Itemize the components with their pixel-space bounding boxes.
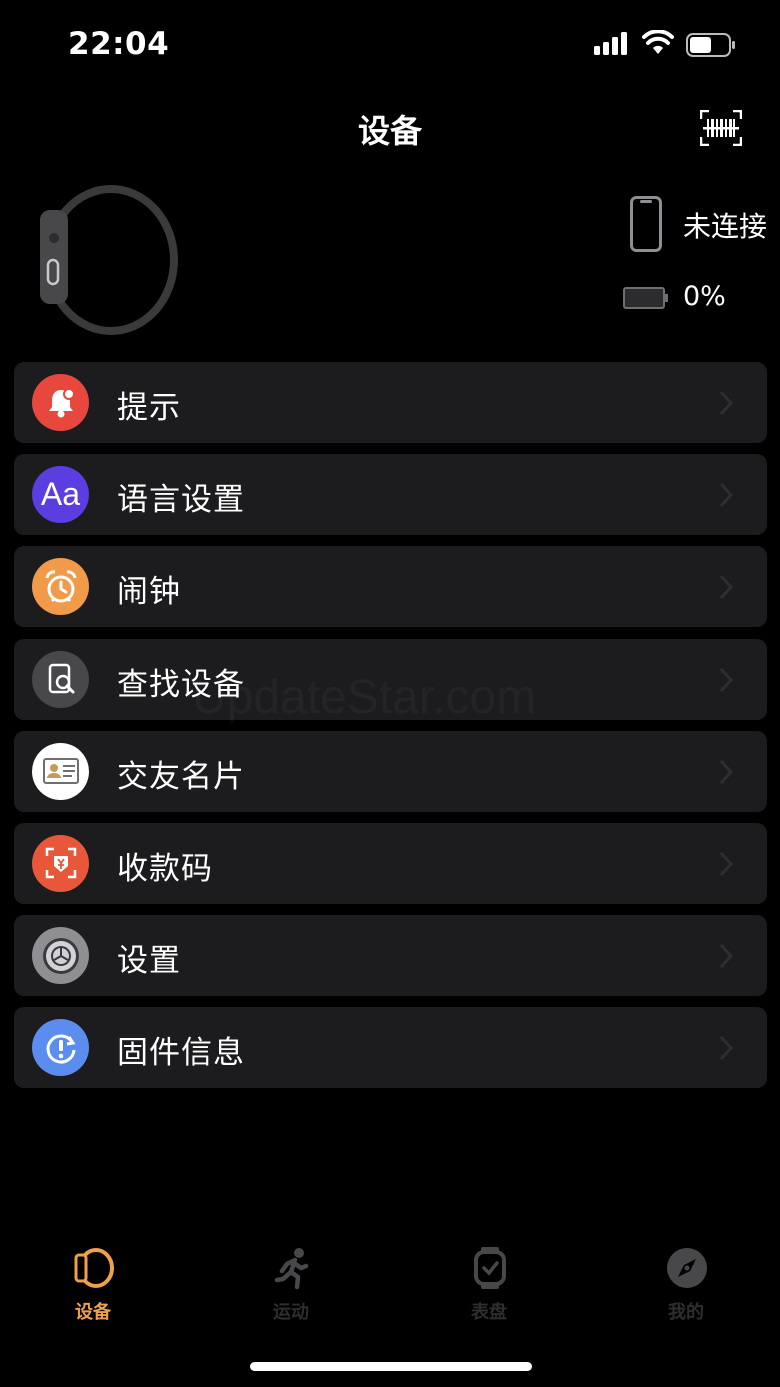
chevron-right-icon — [719, 759, 733, 784]
chevron-right-icon — [719, 483, 733, 508]
menu-item-notifications[interactable]: 提示 — [14, 362, 767, 443]
menu-item-payment-code[interactable]: 收款码 — [14, 822, 767, 904]
chevron-right-icon — [719, 1036, 733, 1061]
menu-item-label: 提示 — [117, 390, 181, 426]
menu-item-label: 语言设置 — [117, 482, 245, 519]
compass-icon — [667, 1248, 707, 1288]
running-icon — [274, 1248, 309, 1290]
watch-face-icon — [474, 1247, 506, 1289]
tab-label: 表盘 — [471, 1302, 507, 1323]
chevron-right-icon — [719, 390, 733, 416]
status-time: 22:04 — [68, 26, 170, 62]
battery-percent: 0% — [683, 281, 726, 312]
bell-icon — [32, 374, 89, 431]
chevron-right-icon — [719, 667, 733, 692]
device-battery-icon — [623, 287, 668, 309]
business-card-icon — [32, 742, 89, 800]
find-device-icon — [32, 650, 89, 708]
tab-sport[interactable]: 运动 — [241, 1230, 341, 1330]
cellular-signal-icon — [594, 32, 627, 55]
chevron-right-icon — [719, 851, 733, 876]
menu-item-label: 闹钟 — [117, 574, 181, 611]
menu-item-label: 收款码 — [117, 850, 213, 887]
watch-image — [40, 185, 178, 335]
gear-icon — [32, 927, 89, 985]
firmware-info-icon — [32, 1019, 89, 1077]
menu-item-alarm[interactable]: 闹钟 — [14, 546, 767, 628]
menu-item-language[interactable]: Aa 语言设置 — [14, 454, 767, 536]
phone-icon — [630, 196, 662, 252]
home-indicator — [250, 1362, 532, 1371]
connection-status: 未连接 — [683, 210, 768, 243]
tab-label: 运动 — [273, 1302, 309, 1323]
tab-watch-face[interactable]: 表盘 — [439, 1230, 539, 1330]
watch-outline-icon — [74, 1248, 114, 1288]
alarm-clock-icon — [32, 558, 89, 616]
chevron-right-icon — [719, 575, 733, 600]
tab-label: 设备 — [75, 1302, 111, 1323]
status-bar: 22:04 — [0, 0, 780, 90]
language-icon: Aa — [32, 466, 89, 524]
page-title: 设备 — [357, 112, 422, 150]
chevron-right-icon — [719, 944, 733, 969]
status-battery-icon — [686, 33, 735, 57]
watermark: UpdateStar.com — [192, 670, 536, 725]
menu-item-business-card[interactable]: 交友名片 — [14, 730, 767, 812]
wifi-icon — [642, 30, 674, 54]
menu-item-firmware-info[interactable]: 固件信息 — [14, 1007, 767, 1089]
menu-list: 提示 Aa 语言设置 闹钟 查找设备 交友名片 收款码 设置 固件信息 — [14, 362, 767, 1100]
payment-code-icon — [32, 834, 89, 892]
tab-label: 我的 — [668, 1302, 704, 1323]
tab-device[interactable]: 设备 — [43, 1230, 143, 1330]
menu-item-label: 交友名片 — [117, 758, 245, 795]
barcode-scan-icon[interactable] — [700, 110, 742, 146]
menu-item-settings[interactable]: 设置 — [14, 915, 767, 997]
menu-item-label: 固件信息 — [117, 1035, 245, 1072]
tab-mine[interactable]: 我的 — [636, 1230, 736, 1330]
menu-item-label: 设置 — [117, 943, 181, 980]
tab-bar: 设备 运动 表盘 我的 — [0, 1230, 780, 1340]
